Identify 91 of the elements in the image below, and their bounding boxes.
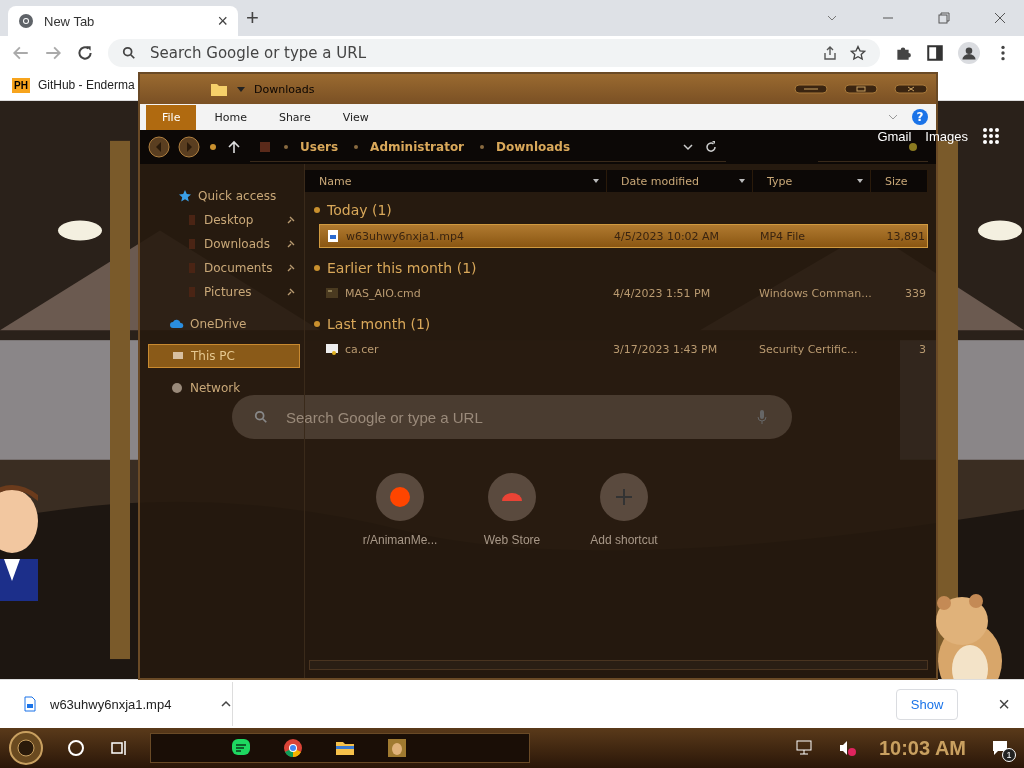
cloud-icon bbox=[170, 317, 184, 331]
sidebar-item[interactable]: Quick access bbox=[148, 184, 300, 208]
pin-icon bbox=[286, 287, 296, 297]
pin-icon bbox=[286, 239, 296, 249]
ribbon-tab[interactable]: Share bbox=[264, 105, 325, 129]
breadcrumb-item[interactable]: Downloads bbox=[496, 139, 571, 154]
group-header[interactable]: Today (1) bbox=[327, 202, 392, 218]
column-header[interactable]: Name bbox=[305, 170, 607, 192]
chrome-icon[interactable] bbox=[283, 738, 303, 758]
star-icon[interactable] bbox=[850, 45, 866, 61]
caret-icon[interactable] bbox=[236, 84, 246, 94]
close-icon[interactable] bbox=[894, 83, 928, 95]
new-tab-button[interactable]: + bbox=[246, 5, 259, 31]
search-input[interactable]: Search Google or type a URL bbox=[284, 407, 738, 427]
share-icon[interactable] bbox=[822, 45, 838, 61]
sort-caret-icon bbox=[856, 177, 864, 185]
video-file-icon bbox=[326, 229, 340, 243]
forward-button-icon[interactable] bbox=[178, 136, 200, 158]
tab-title: New Tab bbox=[44, 13, 96, 29]
cortana-icon[interactable] bbox=[66, 738, 86, 758]
column-header[interactable]: Size bbox=[871, 170, 928, 192]
file-row[interactable]: MAS_AIO.cmd 4/4/2023 1:51 PM Windows Comman... 339 bbox=[319, 282, 928, 304]
ribbon-tab[interactable]: File bbox=[146, 104, 197, 130]
window-title: Downloads bbox=[254, 82, 315, 96]
sidebar-item[interactable]: Pictures bbox=[148, 280, 300, 304]
pin-icon bbox=[286, 215, 296, 225]
shortcut-label[interactable]: Web Store bbox=[483, 533, 541, 547]
column-header[interactable]: Date modified bbox=[607, 170, 753, 192]
sidebar-item[interactable]: Documents bbox=[148, 256, 300, 280]
separator-icon bbox=[478, 142, 487, 151]
bookmark[interactable]: PH GitHub - Enderma bbox=[12, 77, 135, 93]
address-bar[interactable]: Search Google or type a URL bbox=[108, 39, 880, 67]
hamster-app-icon[interactable] bbox=[387, 738, 407, 758]
site-badge: PH bbox=[12, 77, 30, 93]
header-link[interactable]: Images bbox=[925, 128, 968, 144]
file-icon bbox=[22, 696, 38, 712]
star-icon bbox=[178, 189, 192, 203]
profile-icon[interactable] bbox=[958, 42, 980, 64]
separator-icon bbox=[282, 142, 290, 151]
ribbon-tab[interactable]: View bbox=[328, 105, 383, 129]
side-panel-icon[interactable] bbox=[926, 44, 944, 62]
address-path-bar[interactable]: Users Administrator Downloads bbox=[250, 132, 726, 162]
task-view-icon[interactable] bbox=[108, 738, 128, 758]
chat-icon[interactable] bbox=[231, 738, 251, 758]
breadcrumb-item[interactable]: Users bbox=[300, 139, 339, 154]
sort-caret-icon bbox=[738, 177, 746, 185]
breadcrumb-item[interactable]: Administrator bbox=[370, 139, 465, 154]
clock[interactable]: 10:03 AM bbox=[878, 736, 966, 760]
certificate-file-icon bbox=[325, 342, 339, 356]
sidebar-item[interactable]: OneDrive bbox=[148, 312, 300, 336]
group-header[interactable]: Last month (1) bbox=[327, 316, 431, 332]
sort-caret-icon bbox=[592, 177, 600, 185]
header-link[interactable]: Gmail bbox=[877, 128, 912, 144]
up-arrow-icon[interactable] bbox=[226, 139, 242, 155]
expand-ribbon-icon[interactable] bbox=[888, 112, 898, 122]
close-icon[interactable] bbox=[993, 11, 1007, 25]
message-icon bbox=[991, 739, 1009, 757]
back-button-icon[interactable] bbox=[148, 136, 170, 158]
file-row[interactable]: ca.cer 3/17/2023 1:43 PM Security Certific... 3 bbox=[319, 338, 928, 360]
minimize-icon[interactable] bbox=[794, 83, 828, 95]
sidebar-item[interactable]: Desktop bbox=[148, 208, 300, 232]
close-tab-button[interactable]: × bbox=[217, 10, 228, 32]
download-item[interactable]: w63uhwy6nxja1.mp4 bbox=[22, 682, 233, 726]
pin-icon bbox=[286, 263, 296, 273]
close-button[interactable]: × bbox=[998, 692, 1010, 716]
column-header[interactable]: Type bbox=[753, 170, 871, 192]
reload-icon[interactable] bbox=[76, 44, 94, 62]
google-search-box[interactable]: Search Google or type a URL bbox=[232, 395, 792, 439]
notification-count: 1 bbox=[1002, 748, 1016, 762]
gear-start-icon[interactable] bbox=[8, 730, 44, 766]
show-all-button[interactable]: Show bbox=[895, 688, 959, 720]
apps-grid-icon[interactable] bbox=[982, 127, 1000, 145]
sidebar-item[interactable]: This PC bbox=[148, 344, 300, 368]
group-bullet-icon bbox=[313, 206, 321, 214]
chrome-icon bbox=[18, 13, 34, 29]
help-button[interactable]: ? bbox=[912, 109, 928, 125]
store-icon[interactable] bbox=[488, 473, 536, 521]
ribbon-tab[interactable]: Home bbox=[200, 105, 261, 129]
maximize-icon[interactable] bbox=[844, 83, 878, 95]
separator-icon bbox=[352, 142, 361, 151]
shortcut-label[interactable]: r/AnimanMe... bbox=[362, 533, 438, 547]
group-header[interactable]: Earlier this month (1) bbox=[327, 260, 477, 276]
refresh-icon[interactable] bbox=[704, 139, 718, 154]
group-bullet-icon bbox=[313, 320, 321, 328]
scrollbar[interactable] bbox=[309, 660, 928, 670]
shortcut-label[interactable]: Add shortcut bbox=[590, 533, 658, 547]
sidebar-item[interactable]: Downloads bbox=[148, 232, 300, 256]
script-file-icon bbox=[325, 286, 339, 300]
restore-icon[interactable] bbox=[937, 11, 951, 25]
group-bullet-icon bbox=[313, 264, 321, 272]
browser-tab[interactable]: New Tab × bbox=[8, 6, 238, 36]
